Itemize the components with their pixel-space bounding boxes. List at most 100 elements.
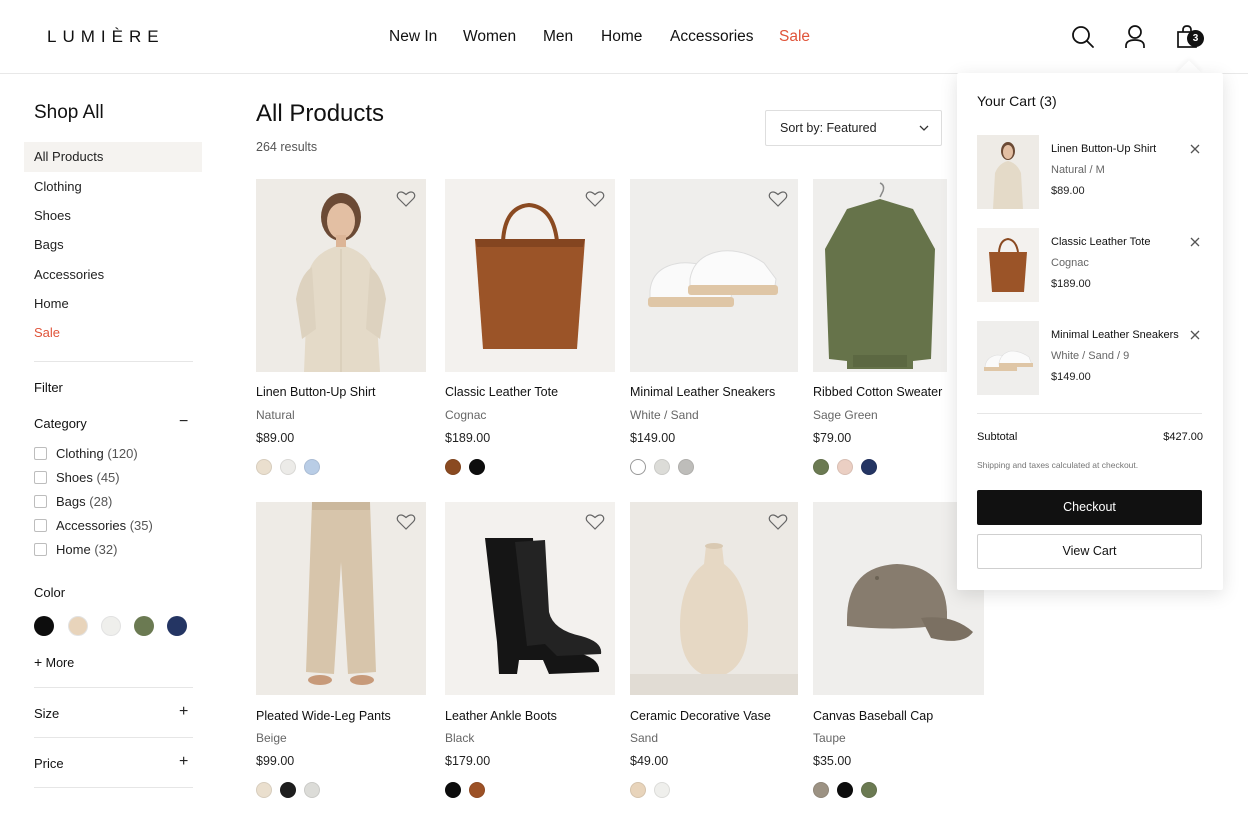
nav-new-in[interactable]: New In: [389, 28, 437, 46]
heart-icon[interactable]: [768, 513, 788, 531]
checkbox-label-clothing[interactable]: Clothing (120): [56, 446, 138, 461]
plus-icon[interactable]: +: [179, 704, 188, 720]
product-color-swatch[interactable]: [469, 782, 485, 798]
sidebar-item-home[interactable]: Home: [24, 289, 202, 319]
heart-icon[interactable]: [396, 190, 416, 208]
nav-home[interactable]: Home: [601, 28, 642, 46]
size-filter-toggle[interactable]: Size: [34, 706, 59, 721]
checkbox-label-home[interactable]: Home (32): [56, 542, 117, 557]
cart-item-image[interactable]: [977, 321, 1039, 395]
checkbox-label-shoes[interactable]: Shoes (45): [56, 470, 120, 485]
product-color-swatch[interactable]: [256, 459, 272, 475]
checkbox-clothing[interactable]: [34, 447, 47, 460]
product-color-swatch[interactable]: [445, 782, 461, 798]
product-name[interactable]: Ceramic Decorative Vase: [630, 709, 771, 723]
product-color-swatch[interactable]: [813, 459, 829, 475]
sidebar-item-accessories[interactable]: Accessories: [24, 260, 202, 290]
nav-accessories[interactable]: Accessories: [670, 28, 754, 46]
plus-icon[interactable]: +: [179, 754, 188, 770]
product-color-swatch[interactable]: [654, 459, 670, 475]
cart-item-image[interactable]: [977, 228, 1039, 302]
product-price: $179.00: [445, 754, 491, 768]
color-swatch[interactable]: [68, 616, 88, 636]
product-color-swatch[interactable]: [678, 459, 694, 475]
product-color-swatch[interactable]: [280, 782, 296, 798]
product-name[interactable]: Classic Leather Tote: [445, 385, 558, 399]
heart-icon[interactable]: [585, 190, 605, 208]
heart-icon[interactable]: [768, 190, 788, 208]
option-count: (35): [129, 518, 153, 533]
nav-sale[interactable]: Sale: [779, 28, 810, 46]
close-icon[interactable]: [1189, 143, 1201, 155]
product-color-swatch[interactable]: [630, 459, 646, 475]
color-swatch[interactable]: [101, 616, 121, 636]
checkbox-shoes[interactable]: [34, 471, 47, 484]
sort-dropdown[interactable]: Sort by: Featured: [765, 110, 942, 146]
product-name[interactable]: Leather Ankle Boots: [445, 709, 557, 723]
product-color-swatch[interactable]: [861, 459, 877, 475]
checkbox-bags[interactable]: [34, 495, 47, 508]
product-name[interactable]: Linen Button-Up Shirt: [256, 385, 376, 399]
color-swatch[interactable]: [167, 616, 187, 636]
product-color-swatch[interactable]: [469, 459, 485, 475]
color-swatch[interactable]: [134, 616, 154, 636]
color-swatch[interactable]: [34, 616, 54, 636]
checkbox-label-bags[interactable]: Bags (28): [56, 494, 112, 509]
product-price: $89.00: [256, 431, 295, 445]
product-color-swatch[interactable]: [256, 782, 272, 798]
sidebar-item-all-products[interactable]: All Products: [24, 142, 202, 172]
checkbox-label-accessories[interactable]: Accessories (35): [56, 518, 153, 533]
user-icon[interactable]: [1123, 24, 1147, 50]
product-name[interactable]: Canvas Baseball Cap: [813, 709, 933, 723]
product-color: Black: [445, 731, 475, 745]
more-colors-button[interactable]: + More: [34, 654, 74, 670]
product-color-swatch[interactable]: [861, 782, 877, 798]
view-cart-button[interactable]: View Cart: [977, 534, 1202, 569]
product-color-swatch[interactable]: [837, 782, 853, 798]
checkbox-home[interactable]: [34, 543, 47, 556]
product-name[interactable]: Minimal Leather Sneakers: [630, 385, 775, 399]
search-icon[interactable]: [1071, 24, 1095, 50]
cart-item-variant: White / Sand / 9: [1051, 350, 1130, 362]
product-color: Taupe: [813, 731, 846, 745]
close-icon[interactable]: [1189, 236, 1201, 248]
linen-shirt-thumbnail: [977, 135, 1039, 209]
checkbox-accessories[interactable]: [34, 519, 47, 532]
product-color-swatch[interactable]: [654, 782, 670, 798]
sidebar-item-bags[interactable]: Bags: [24, 230, 202, 260]
subtotal-value: $427.00: [1163, 431, 1203, 443]
sidebar-item-sale[interactable]: Sale: [24, 318, 202, 348]
product-image[interactable]: [813, 179, 947, 372]
sidebar-item-clothing[interactable]: Clothing: [24, 172, 202, 202]
product-color-swatch[interactable]: [445, 459, 461, 475]
product-color-swatch[interactable]: [837, 459, 853, 475]
product-name[interactable]: Pleated Wide-Leg Pants: [256, 709, 391, 723]
cart-item-name[interactable]: Minimal Leather Sneakers: [1051, 329, 1179, 341]
option-label: Bags: [56, 494, 86, 509]
minus-icon[interactable]: −: [179, 414, 188, 430]
product-name[interactable]: Ribbed Cotton Sweater: [813, 385, 942, 399]
sidebar-item-shoes[interactable]: Shoes: [24, 201, 202, 231]
product-color-swatch[interactable]: [280, 459, 296, 475]
nav-women[interactable]: Women: [463, 28, 516, 46]
cart-item-image[interactable]: [977, 135, 1039, 209]
product-color-swatch[interactable]: [813, 782, 829, 798]
product-color-swatch[interactable]: [304, 782, 320, 798]
cart-count-badge: 3: [1187, 30, 1204, 47]
close-icon[interactable]: [1189, 329, 1201, 341]
product-color-swatch[interactable]: [630, 782, 646, 798]
product-color-swatch[interactable]: [304, 459, 320, 475]
subtotal-label: Subtotal: [977, 431, 1018, 443]
nav-men[interactable]: Men: [543, 28, 573, 46]
cart-item-name[interactable]: Linen Button-Up Shirt: [1051, 143, 1156, 155]
product-price: $149.00: [630, 431, 676, 445]
brand-logo[interactable]: LUMIÈRE: [47, 27, 165, 47]
price-filter-toggle[interactable]: Price: [34, 756, 64, 771]
heart-icon[interactable]: [396, 513, 416, 531]
cart-item-name[interactable]: Classic Leather Tote: [1051, 236, 1150, 248]
heart-icon[interactable]: [585, 513, 605, 531]
category-filter-toggle[interactable]: Category: [34, 416, 87, 431]
product-price: $79.00: [813, 431, 852, 445]
cart-title: Your Cart (3): [977, 93, 1057, 109]
checkout-button[interactable]: Checkout: [977, 490, 1202, 525]
